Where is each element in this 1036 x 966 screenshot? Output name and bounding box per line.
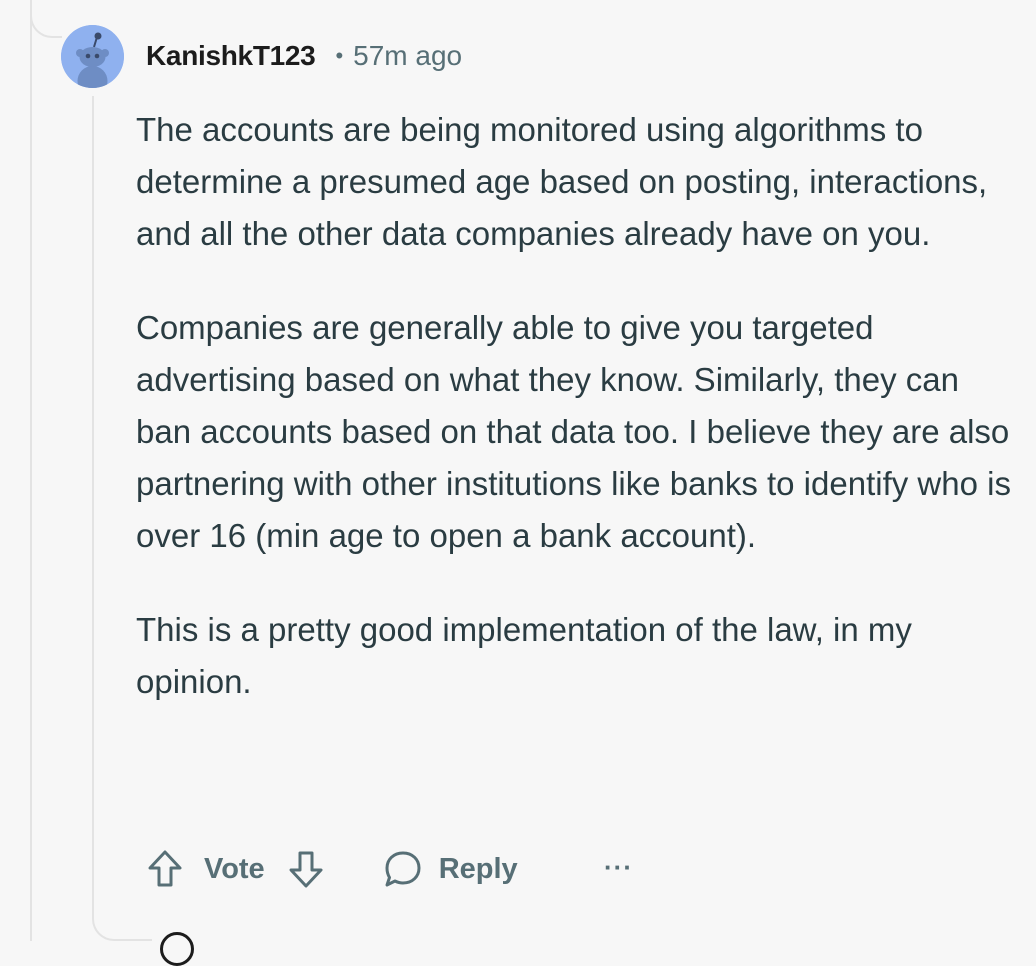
comment-body: The accounts are being monitored using a…	[136, 104, 1016, 750]
vote-label: Vote	[204, 852, 265, 885]
username[interactable]: KanishkT123	[146, 40, 316, 72]
arrow-down-icon[interactable]	[287, 849, 325, 889]
comment-thread-line[interactable]	[92, 96, 94, 916]
arrow-up-icon[interactable]	[146, 849, 184, 889]
more-options-button[interactable]: ···	[604, 852, 633, 883]
timestamp[interactable]: 57m ago	[353, 40, 462, 72]
speech-bubble-icon	[383, 849, 423, 889]
reddit-snoo-icon	[61, 25, 124, 88]
thread-line	[30, 0, 32, 941]
meta-separator: •	[335, 43, 344, 68]
avatar[interactable]	[61, 25, 124, 88]
comment-paragraph: The accounts are being monitored using a…	[136, 111, 988, 252]
reply-button[interactable]: Reply	[383, 849, 518, 889]
thread-connector	[30, 0, 62, 38]
comment-paragraph: Companies are generally able to give you…	[136, 309, 1011, 554]
comment-actions: Vote Reply	[146, 843, 518, 895]
next-comment-avatar[interactable]	[160, 932, 194, 966]
reply-label: Reply	[438, 852, 518, 885]
comment-paragraph: This is a pretty good implementation of …	[136, 611, 912, 700]
comment-header: KanishkT123 • 57m ago	[146, 34, 462, 78]
reply-thread-connector	[92, 900, 152, 941]
